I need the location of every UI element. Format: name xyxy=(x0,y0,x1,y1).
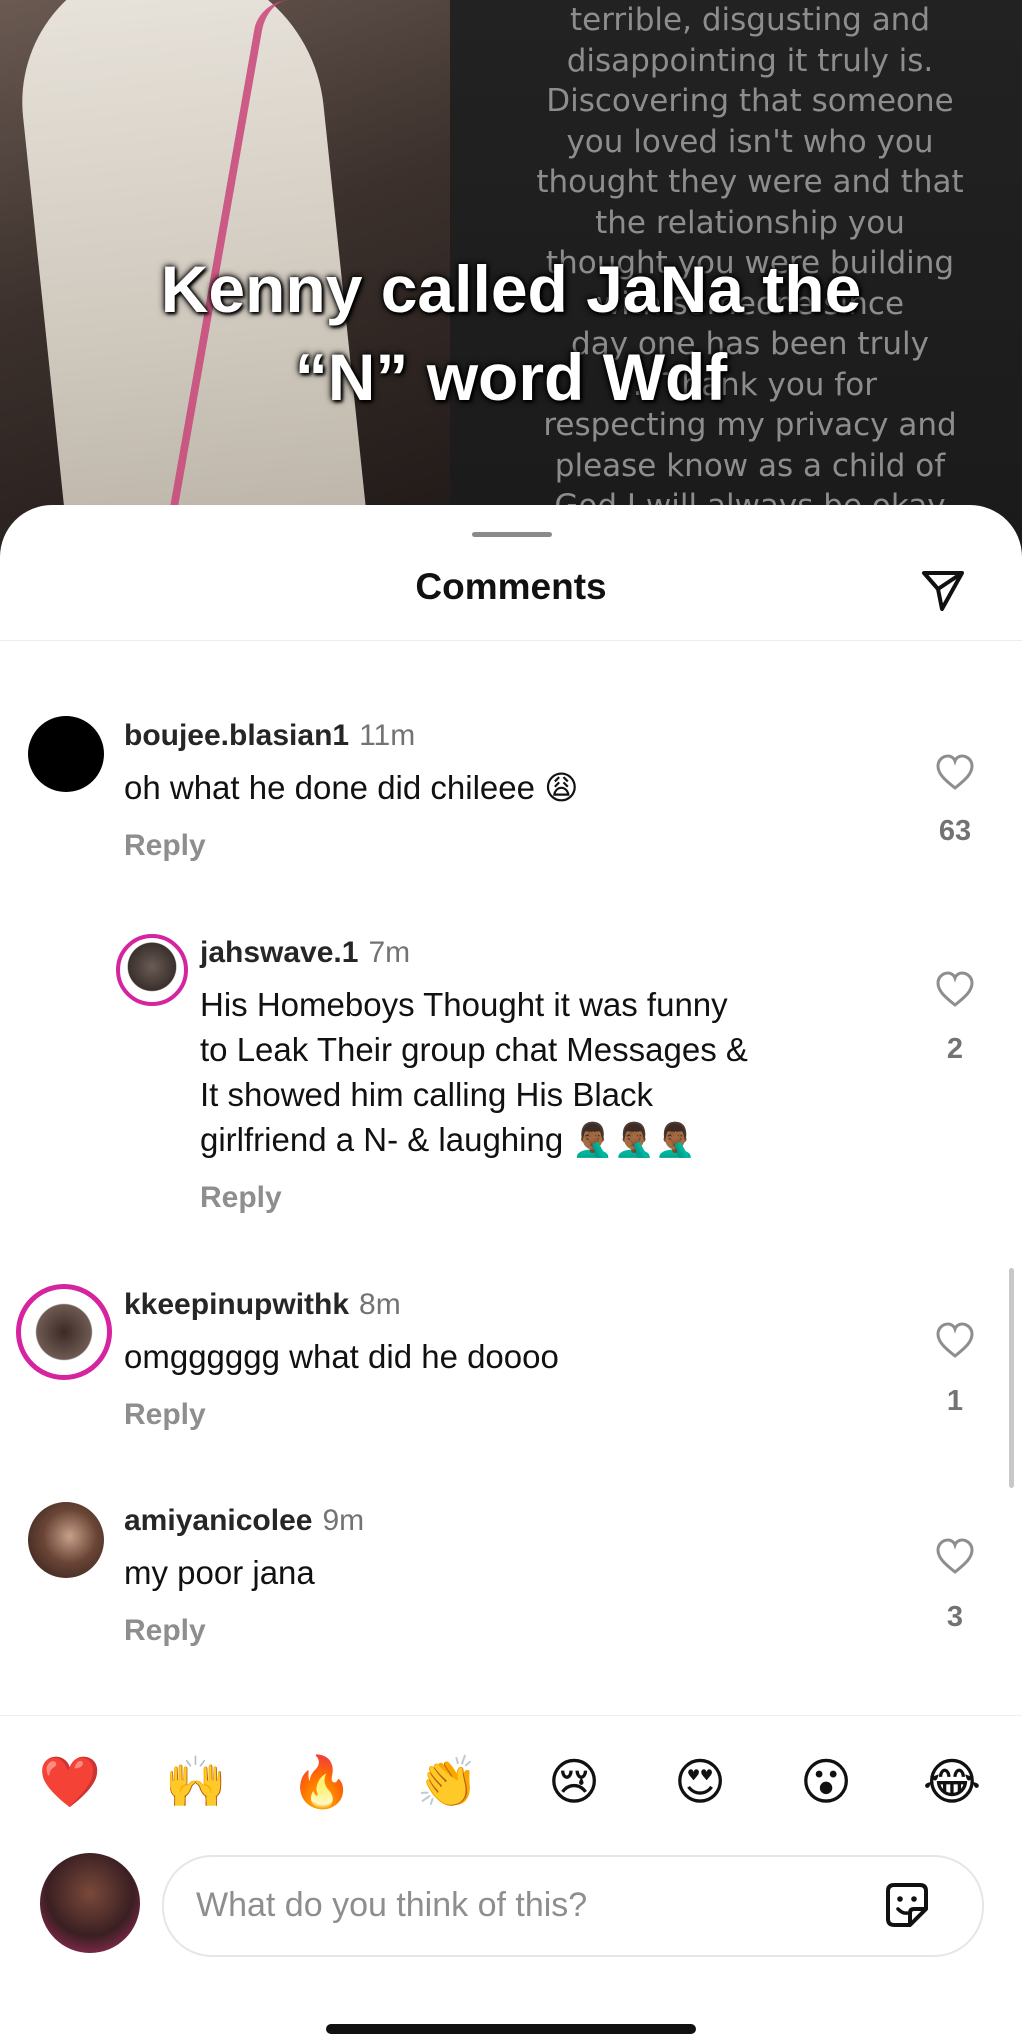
reaction-heart[interactable]: ❤️ xyxy=(35,1752,105,1812)
comment-text: His Homeboys Thought it was funny to Lea… xyxy=(200,982,748,1162)
heart-icon[interactable] xyxy=(935,1321,975,1361)
comment-text-line: to Leak Their group chat Messages & xyxy=(200,1031,748,1068)
like-count: 2 xyxy=(946,1033,964,1065)
sheet-title: Comments xyxy=(415,566,607,607)
avatar[interactable] xyxy=(116,934,188,1006)
background-text-line: the relationship you xyxy=(595,204,905,241)
comment-text-line: girlfriend a N- & laughing 🤦🏾‍♂️🤦🏾‍♂️🤦🏾‍… xyxy=(200,1121,696,1158)
reply-button[interactable]: Reply xyxy=(124,1614,206,1648)
avatar[interactable] xyxy=(28,1502,104,1578)
heart-icon[interactable] xyxy=(935,1537,975,1577)
background-video: terrible, disgusting and disappointing i… xyxy=(0,0,1022,560)
background-text-line: thought they were and that xyxy=(536,164,964,200)
comment-username[interactable]: jahswave.1 7m xyxy=(200,936,410,970)
my-avatar[interactable] xyxy=(40,1853,140,1953)
background-text-line: Discovering that someone xyxy=(546,83,954,119)
send-icon[interactable] xyxy=(918,565,968,615)
reply-button[interactable]: Reply xyxy=(124,829,206,863)
like-count: 63 xyxy=(938,815,972,847)
background-text-line: please know as a child of xyxy=(554,447,946,484)
like-count: 1 xyxy=(946,1385,964,1417)
comment-time: 8m xyxy=(359,1288,401,1321)
reaction-raised-hands[interactable]: 🙌 xyxy=(161,1752,231,1812)
reaction-crying[interactable]: 😢 xyxy=(539,1752,609,1812)
overlay-caption: Kenny called JaNa the “N” word Wdf xyxy=(0,245,1022,421)
comment-username[interactable]: kkeepinupwithk 8m xyxy=(124,1288,401,1322)
heart-icon[interactable] xyxy=(935,753,975,793)
sheet-divider xyxy=(0,640,1022,641)
reaction-surprised[interactable]: 😮 xyxy=(791,1752,861,1812)
overlay-caption-line: “N” word Wdf xyxy=(294,340,728,414)
reactions-divider xyxy=(0,1715,1022,1716)
overlay-caption-line: Kenny called JaNa the xyxy=(160,252,862,326)
background-text-line: disappointing it truly is. xyxy=(566,42,934,79)
background-text-line: you loved isn't who you xyxy=(566,123,934,160)
drag-handle[interactable] xyxy=(472,532,552,537)
comment-time: 7m xyxy=(368,936,411,969)
comment-username[interactable]: amiyanicolee 9m xyxy=(124,1504,364,1538)
home-indicator xyxy=(326,2024,696,2034)
reply-button[interactable]: Reply xyxy=(124,1398,206,1432)
reply-button[interactable]: Reply xyxy=(200,1181,282,1215)
comment-time: 11m xyxy=(359,719,416,752)
avatar[interactable] xyxy=(16,1284,112,1380)
reaction-clap[interactable]: 👏 xyxy=(413,1752,483,1812)
comment-text: omgggggg what did he doooo xyxy=(124,1338,559,1375)
reaction-fire[interactable]: 🔥 xyxy=(287,1752,357,1812)
reaction-laughing[interactable]: 😂 xyxy=(917,1752,987,1812)
sticker-icon[interactable] xyxy=(880,1879,934,1933)
scrollbar[interactable] xyxy=(1009,1268,1014,1488)
comment-time: 9m xyxy=(322,1504,365,1537)
comment-text-line: His Homeboys Thought it was funny xyxy=(200,986,728,1023)
comment-username[interactable]: boujee.blasian1 11m xyxy=(124,719,415,753)
comment-text: oh what he done did chileee 😩 xyxy=(124,769,579,806)
comment-text-line: It showed him calling His Black xyxy=(200,1076,654,1113)
comment-composer[interactable] xyxy=(162,1855,984,1957)
comment-input[interactable] xyxy=(194,1879,858,1931)
reaction-heart-eyes[interactable]: 😍 xyxy=(665,1752,735,1812)
avatar[interactable] xyxy=(28,716,104,792)
background-text-line: terrible, disgusting and xyxy=(569,2,931,38)
like-count: 3 xyxy=(946,1601,964,1633)
comment-text: my poor jana xyxy=(124,1554,315,1591)
heart-icon[interactable] xyxy=(935,970,975,1010)
